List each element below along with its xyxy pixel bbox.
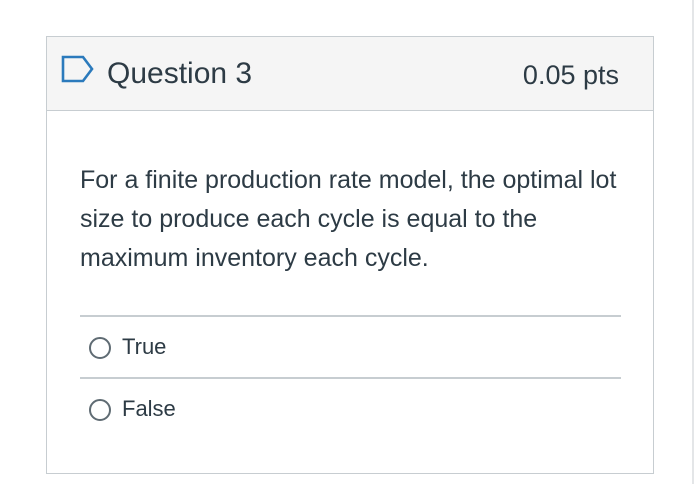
answer-option-true[interactable]: True [80, 316, 621, 376]
answer-label-false: False [122, 396, 176, 421]
answer-option-false[interactable]: False [80, 378, 621, 438]
answer-label-true: True [122, 334, 167, 359]
page-edge [692, 0, 694, 484]
question-card: Question 3 0.05 pts For a finite product… [46, 36, 654, 474]
flag-icon[interactable] [61, 55, 95, 83]
question-text: For a finite production rate model, the … [80, 166, 617, 272]
question-header: Question 3 0.05 pts [47, 37, 653, 111]
radio-false[interactable] [89, 399, 111, 421]
question-points: 0.05 pts [522, 60, 619, 90]
question-title: Question 3 [107, 57, 253, 90]
radio-true[interactable] [89, 337, 111, 359]
